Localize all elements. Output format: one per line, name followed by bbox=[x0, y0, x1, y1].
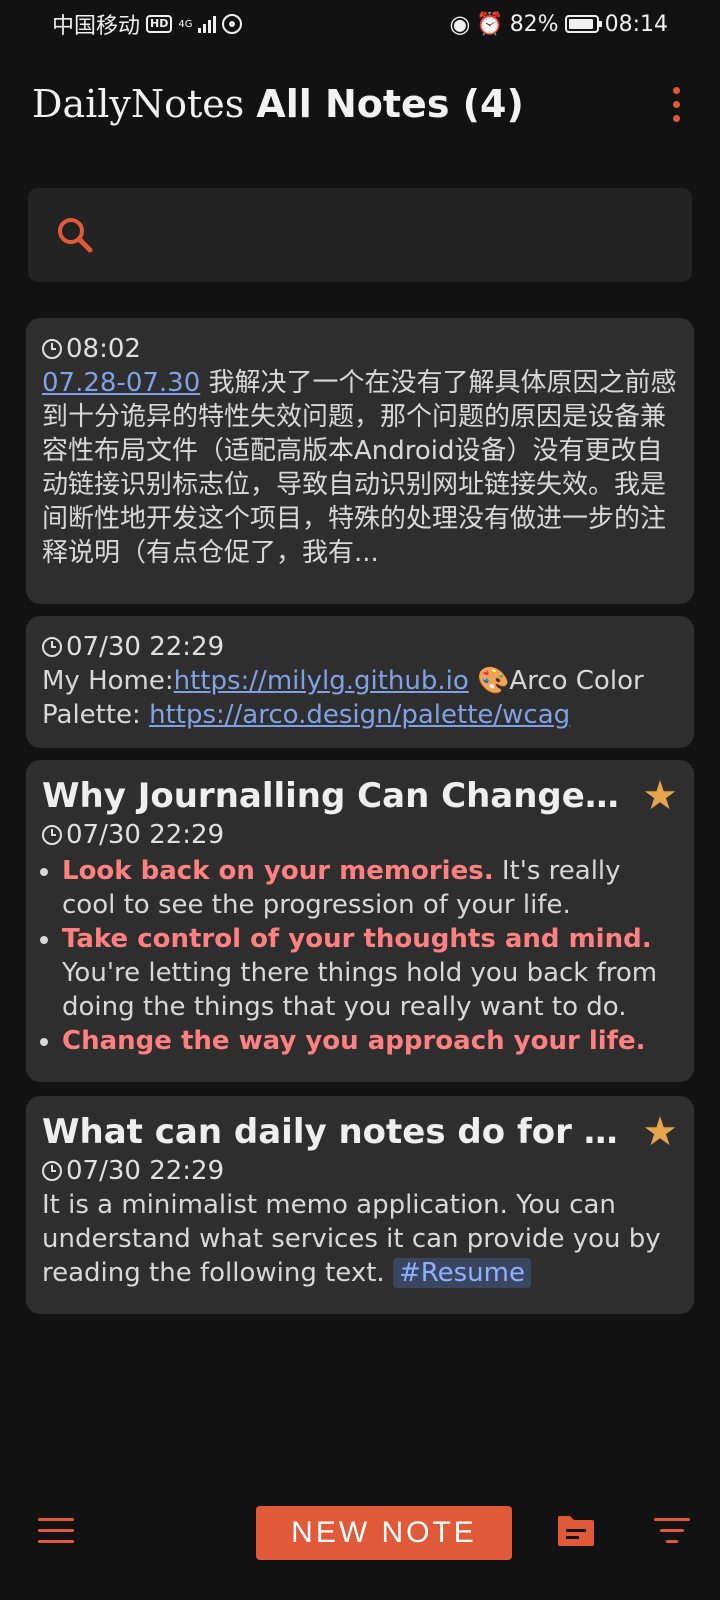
folder-icon[interactable] bbox=[556, 1514, 596, 1548]
note-body: 07.28-07.30 我解决了一个在没有了解具体原因之前感到十分诡异的特性失效… bbox=[42, 366, 678, 570]
signal-icon bbox=[198, 15, 217, 33]
hd-badge: HD bbox=[146, 15, 173, 33]
eye-icon: ◉ bbox=[449, 10, 471, 38]
filter-icon[interactable] bbox=[654, 1518, 690, 1551]
menu-icon[interactable] bbox=[38, 1518, 74, 1551]
network-type: 4G bbox=[178, 18, 193, 30]
tag-badge[interactable]: #Resume bbox=[392, 1258, 531, 1288]
note-time-text: 07/30 22:29 bbox=[66, 1156, 225, 1186]
home-link[interactable]: https://milylg.github.io bbox=[174, 666, 469, 696]
search-icon bbox=[58, 218, 93, 253]
note-text: 我解决了一个在没有了解具体原因之前感到十分诡异的特性失效问题，那个问题的原因是设… bbox=[42, 368, 677, 568]
search-input[interactable] bbox=[112, 218, 692, 252]
notes-count-title: All Notes (4) bbox=[256, 82, 524, 126]
star-icon[interactable]: ★ bbox=[642, 1112, 678, 1152]
more-options-icon[interactable] bbox=[665, 81, 688, 128]
note-time: 07/30 22:29 bbox=[42, 818, 678, 852]
clock-icon bbox=[42, 825, 62, 845]
note-card[interactable]: 07/30 22:29 My Home:https://milylg.githu… bbox=[26, 616, 694, 748]
hotspot-icon bbox=[222, 14, 243, 34]
status-bar: 中国移动 HD 4G ◉ ⏰ 82% 08:14 bbox=[0, 0, 720, 48]
app-header: DailyNotes All Notes (4) bbox=[32, 78, 688, 130]
note-time: 08:02 bbox=[42, 332, 678, 366]
alarm-icon: ⏰ bbox=[476, 11, 504, 37]
home-label: My Home: bbox=[42, 666, 174, 696]
note-body: My Home:https://milylg.github.io 🎨Arco C… bbox=[42, 664, 678, 732]
note-time-text: 07/30 22:29 bbox=[66, 820, 225, 850]
list-item: Take control of your thoughts and mind. … bbox=[62, 922, 678, 1024]
note-title: Why Journalling Can Change Y... ★ bbox=[42, 774, 678, 818]
note-time-text: 07/30 22:29 bbox=[66, 632, 225, 662]
clock-time: 08:14 bbox=[604, 11, 668, 37]
battery-percent: 82% bbox=[509, 11, 559, 37]
note-body: It is a minimalist memo application. You… bbox=[42, 1188, 678, 1290]
list-item: Look back on your memories. It's really … bbox=[62, 854, 678, 922]
bullet-text: You're letting there things hold you bac… bbox=[62, 958, 658, 1022]
note-time: 07/30 22:29 bbox=[42, 630, 678, 664]
note-title-text: Why Journalling Can Change Y... bbox=[42, 776, 622, 816]
carrier-label: 中国移动 bbox=[52, 14, 141, 39]
palette-icon: 🎨 bbox=[477, 666, 510, 696]
battery-icon bbox=[564, 15, 602, 33]
note-card[interactable]: Why Journalling Can Change Y... ★ 07/30 … bbox=[26, 760, 694, 1082]
note-bullet-list: Look back on your memories. It's really … bbox=[42, 854, 678, 1058]
list-item: Change the way you approach your life. bbox=[62, 1024, 678, 1058]
status-left: 中国移动 HD 4G bbox=[52, 8, 243, 40]
bottom-bar: NEW NOTE bbox=[0, 1490, 720, 1600]
bullet-highlight: Change the way you approach your life. bbox=[62, 1026, 646, 1056]
bullet-highlight: Take control of your thoughts and mind. bbox=[62, 924, 652, 954]
bullet-highlight: Look back on your memories. bbox=[62, 856, 494, 886]
search-bar[interactable] bbox=[28, 188, 692, 282]
palette-link[interactable]: https://arco.design/palette/wcag bbox=[149, 700, 570, 730]
note-card[interactable]: What can daily notes do for you? ★ 07/30… bbox=[26, 1096, 694, 1314]
note-title-text: What can daily notes do for you? bbox=[42, 1112, 622, 1152]
note-time: 07/30 22:29 bbox=[42, 1154, 678, 1188]
new-note-button[interactable]: NEW NOTE bbox=[256, 1506, 512, 1560]
page-title: DailyNotes All Notes (4) bbox=[32, 82, 524, 126]
star-icon[interactable]: ★ bbox=[642, 776, 678, 816]
clock-icon bbox=[42, 1161, 62, 1181]
app-brand: DailyNotes bbox=[32, 82, 245, 126]
note-text: It is a minimalist memo application. You… bbox=[42, 1190, 661, 1288]
note-time-text: 08:02 bbox=[66, 334, 141, 364]
clock-icon bbox=[42, 339, 62, 359]
status-right: ◉ ⏰ 82% 08:14 bbox=[449, 10, 668, 38]
note-date-link[interactable]: 07.28-07.30 bbox=[42, 368, 200, 398]
note-title: What can daily notes do for you? ★ bbox=[42, 1110, 678, 1154]
clock-icon bbox=[42, 637, 62, 657]
note-card[interactable]: 08:02 07.28-07.30 我解决了一个在没有了解具体原因之前感到十分诡… bbox=[26, 318, 694, 604]
